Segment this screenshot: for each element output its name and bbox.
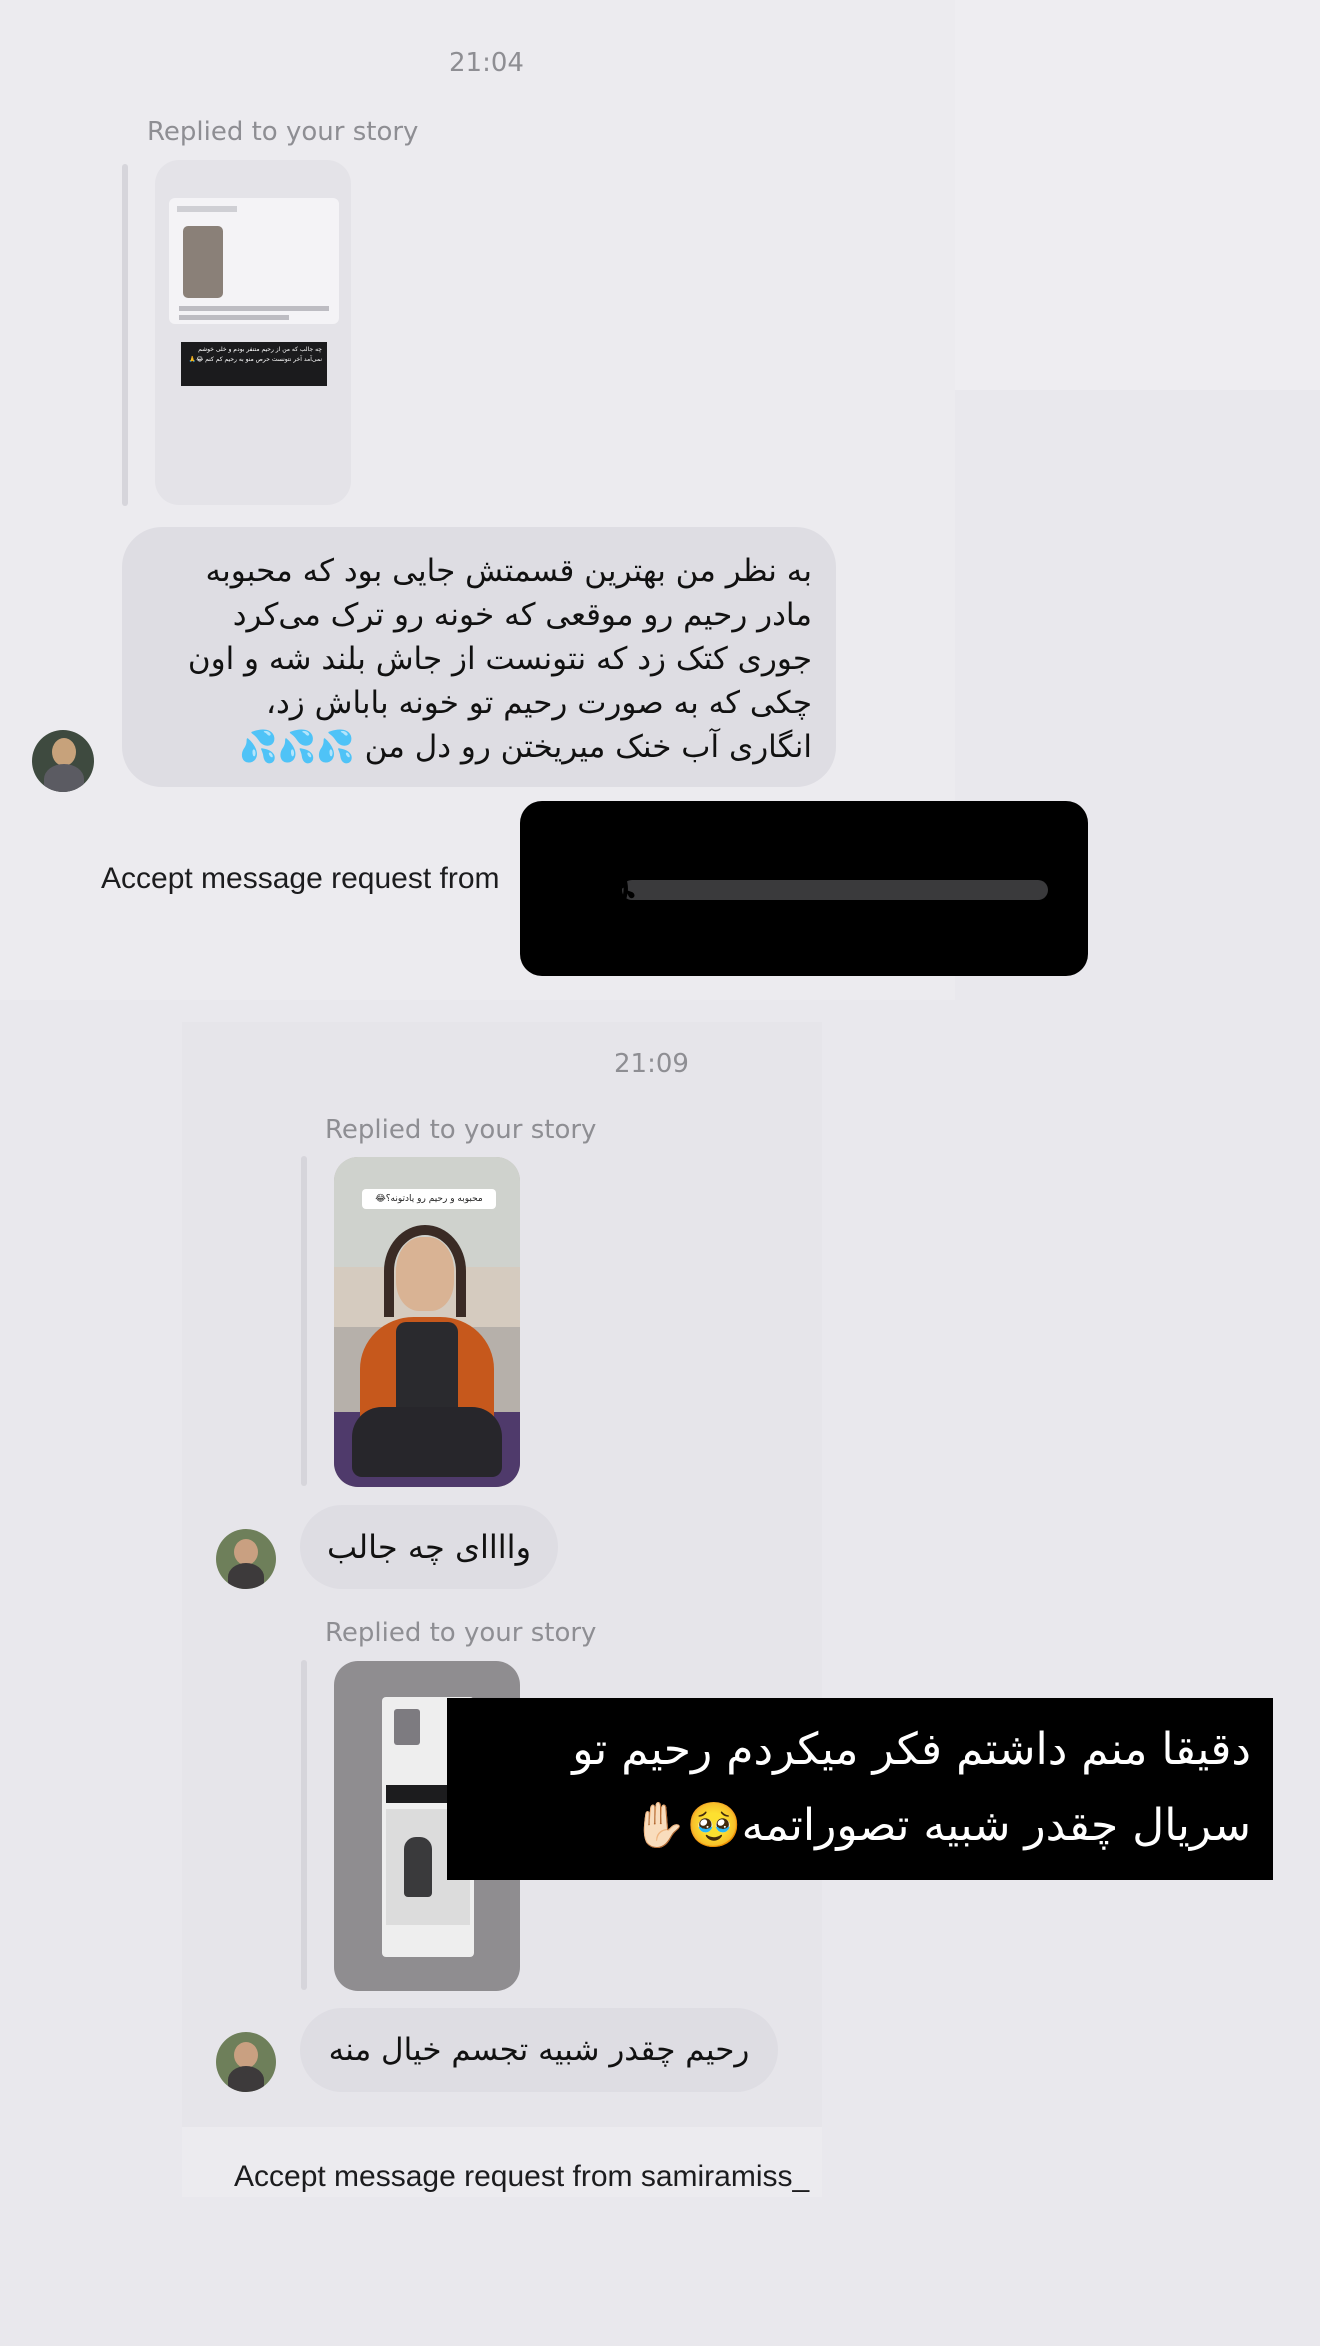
screenshot-edge bbox=[955, 0, 1320, 390]
accept-request-text: Accept message request from samiramiss_ bbox=[234, 2160, 810, 2193]
caption-overlay: دقیقا منم داشتم فکر میکردم رحیم تو سریال… bbox=[447, 1698, 1273, 1880]
story-caption: چه جالب که من از رحیم متنفر بودم و خلی خ… bbox=[181, 342, 327, 386]
slider-track bbox=[622, 880, 1048, 900]
message-line: چکی که به صورت رحیم تو خونه باباش زد، bbox=[265, 685, 812, 721]
replied-to-story-label: Replied to your story bbox=[325, 1115, 597, 1145]
story-thumbnail[interactable]: چه جالب که من از رحیم متنفر بودم و خلی خ… bbox=[155, 160, 351, 505]
reply-quote-bar bbox=[301, 1156, 307, 1486]
story-thumbnail[interactable]: محبوبه و رحیم رو یادتونه؟😂 bbox=[334, 1157, 520, 1487]
timestamp: 21:09 bbox=[614, 1049, 689, 1079]
message-line: به نظر من بهترین قسمتش جایی بود که محبوب… bbox=[205, 553, 812, 589]
sender-avatar[interactable] bbox=[216, 2032, 276, 2092]
message-line: جوری کتک زد که نتونست از جاش بلند شه و ا… bbox=[187, 641, 812, 677]
story-caption: محبوبه و رحیم رو یادتونه؟😂 bbox=[362, 1189, 496, 1209]
sender-avatar[interactable] bbox=[216, 1529, 276, 1589]
message-line: انگاری آب خنک میریختن رو دل من 💦💦💦 bbox=[238, 729, 812, 765]
emoji-slider-sticker[interactable]: 😂 bbox=[520, 801, 1088, 976]
message-bubble[interactable]: به نظر من بهترین قسمتش جایی بود که محبوب… bbox=[122, 527, 836, 787]
reply-quote-bar bbox=[122, 164, 128, 506]
replied-to-story-label: Replied to your story bbox=[325, 1618, 597, 1648]
message-bubble[interactable]: رحیم چقدر شبیه تجسم خیال منه bbox=[300, 2008, 778, 2092]
nested-screenshot bbox=[169, 198, 339, 324]
message-bubble[interactable]: واااای چه جالب bbox=[300, 1505, 558, 1589]
nested-story-image bbox=[183, 226, 223, 298]
replied-to-story-label: Replied to your story bbox=[147, 117, 419, 147]
timestamp: 21:04 bbox=[449, 48, 524, 78]
sender-avatar[interactable] bbox=[32, 730, 94, 792]
message-line: مادر رحیم رو موقعی که خونه رو ترک می‌کرد bbox=[232, 597, 812, 633]
laughing-emoji-icon[interactable]: 😂 bbox=[558, 850, 640, 932]
accept-request-text: Accept message request from bbox=[101, 862, 500, 895]
reply-quote-bar bbox=[301, 1660, 307, 1990]
caption-line: سریال چقدر شبیه تصوراتمه🥹✋🏻 bbox=[632, 1800, 1251, 1851]
caption-line: دقیقا منم داشتم فکر میکردم رحیم تو bbox=[572, 1724, 1251, 1775]
